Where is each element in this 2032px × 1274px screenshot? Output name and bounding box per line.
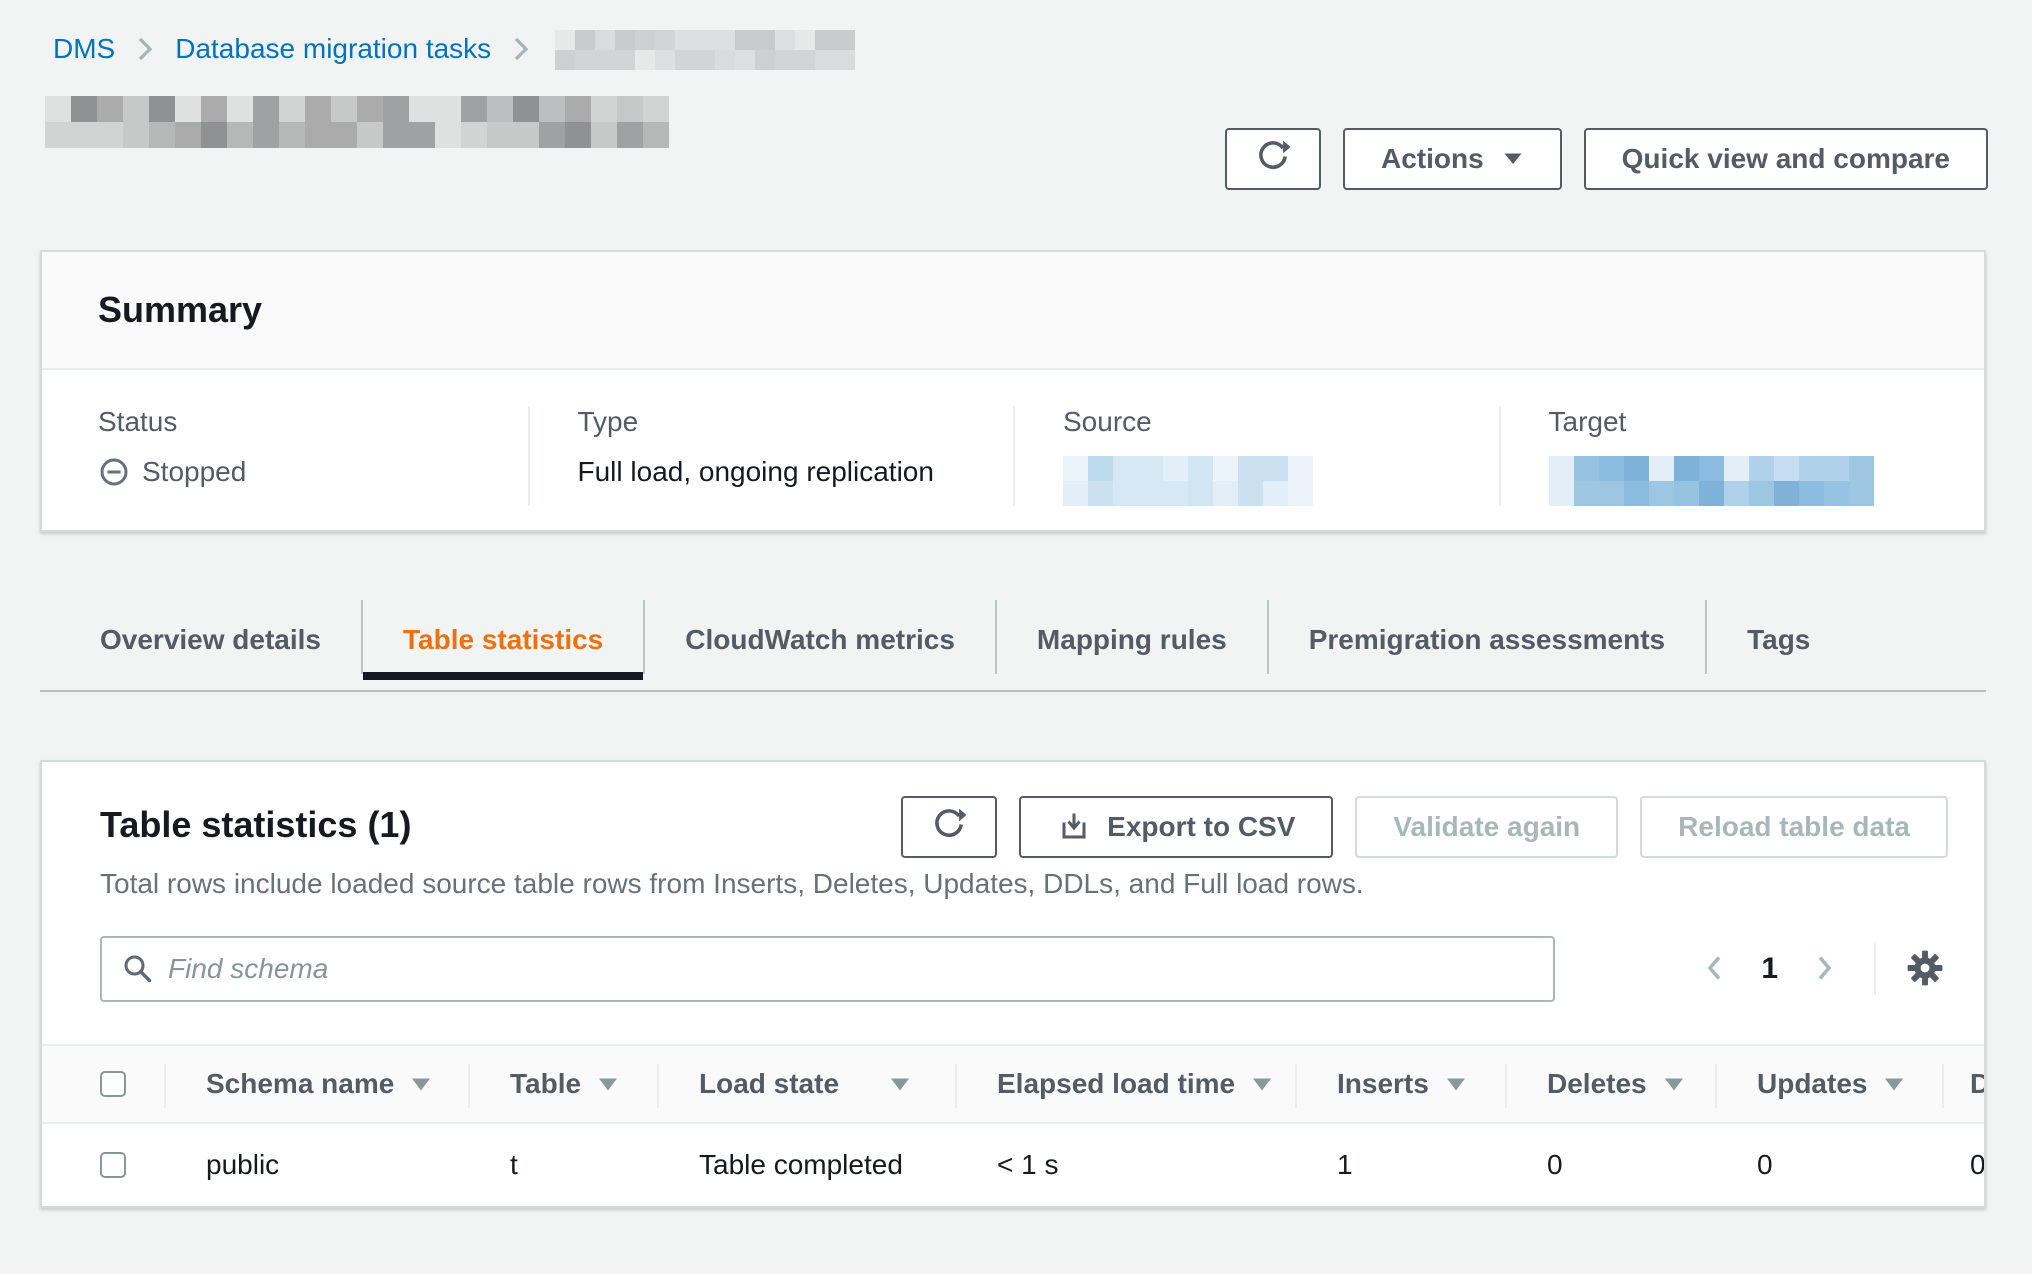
chevron-right-icon	[1816, 954, 1834, 985]
row-checkbox[interactable]	[100, 1152, 126, 1178]
select-all-checkbox[interactable]	[100, 1071, 126, 1097]
column-header-deletes[interactable]: Deletes	[1505, 1046, 1715, 1122]
tab-tags[interactable]: Tags	[1707, 600, 1850, 680]
source-value-redacted	[1063, 456, 1313, 506]
tab-bar-rule	[40, 690, 1986, 692]
summary-field-status: Status Stopped	[42, 406, 528, 506]
type-label: Type	[578, 406, 1014, 438]
next-page-button	[1806, 954, 1844, 985]
page-title-redacted	[45, 96, 669, 148]
current-page-number: 1	[1761, 952, 1778, 986]
previous-page-button	[1695, 954, 1733, 985]
stopped-icon	[98, 456, 130, 488]
column-header-inserts[interactable]: Inserts	[1295, 1046, 1505, 1122]
validate-again-button: Validate again	[1355, 796, 1618, 858]
cell-load-state: Table completed	[657, 1124, 955, 1206]
schema-search	[100, 936, 1555, 1002]
status-text: Stopped	[142, 456, 246, 488]
column-header-updates[interactable]: Updates	[1715, 1046, 1942, 1122]
tab-table-statistics[interactable]: Table statistics	[363, 600, 643, 680]
tab-overview-details[interactable]: Overview details	[60, 600, 361, 680]
actions-button[interactable]: Actions	[1343, 128, 1562, 190]
export-to-csv-button[interactable]: Export to CSV	[1019, 796, 1333, 858]
gear-icon	[1906, 949, 1944, 990]
quick-view-compare-label: Quick view and compare	[1622, 143, 1950, 175]
sort-icon	[1251, 1076, 1273, 1093]
chevron-right-icon	[137, 36, 153, 62]
tab-bar: Overview details Table statistics CloudW…	[40, 600, 1986, 692]
column-header-table[interactable]: Table	[468, 1046, 657, 1122]
cell-updates: 0	[1715, 1124, 1942, 1206]
status-value: Stopped	[98, 456, 528, 488]
table-row[interactable]: public t Table completed < 1 s 1 0 0 0	[42, 1124, 1984, 1206]
refresh-button[interactable]	[1225, 128, 1321, 190]
preferences-button[interactable]	[1902, 949, 1948, 990]
sort-icon	[1445, 1076, 1467, 1093]
table-statistics-card: Table statistics(1)	[40, 760, 1986, 1208]
cell-schema-name: public	[164, 1124, 468, 1206]
table-statistics-title: Table statistics(1)	[100, 796, 411, 846]
summary-fields: Status Stopped Type Full load, ongoing r…	[42, 370, 1984, 546]
summary-card: Summary Status Stopped Type Full load, o…	[40, 250, 1986, 532]
actions-button-label: Actions	[1381, 143, 1484, 175]
table-statistics-description: Total rows include loaded source table r…	[42, 868, 1984, 900]
column-header-ddls[interactable]: DDLs	[1942, 1046, 1984, 1122]
summary-field-type: Type Full load, ongoing replication	[528, 406, 1014, 506]
type-value: Full load, ongoing replication	[578, 456, 1014, 488]
tab-premigration-assessments[interactable]: Premigration assessments	[1269, 600, 1705, 680]
sort-icon	[889, 1076, 911, 1093]
download-icon	[1057, 810, 1091, 844]
cell-elapsed-load-time: < 1 s	[955, 1124, 1295, 1206]
summary-field-source: Source	[1013, 406, 1499, 506]
chevron-right-icon	[513, 36, 529, 62]
cell-ddls: 0	[1942, 1124, 1984, 1206]
column-header-load-state[interactable]: Load state	[657, 1046, 955, 1122]
table-count-badge: (1)	[367, 804, 411, 845]
breadcrumb-link-dms[interactable]: DMS	[53, 33, 115, 65]
source-label: Source	[1063, 406, 1499, 438]
breadcrumb-link-tasks[interactable]: Database migration tasks	[175, 33, 491, 65]
cell-inserts: 1	[1295, 1124, 1505, 1206]
export-to-csv-label: Export to CSV	[1107, 811, 1295, 843]
dms-task-page: DMS Database migration tasks Actions	[0, 0, 2032, 1274]
pagination: 1	[1695, 943, 1948, 995]
cell-deletes: 0	[1505, 1124, 1715, 1206]
cell-table: t	[468, 1124, 657, 1206]
breadcrumb-task-name-redacted	[555, 30, 855, 70]
table-refresh-button[interactable]	[901, 796, 997, 858]
sort-icon	[1663, 1076, 1685, 1093]
chevron-down-icon	[1502, 151, 1524, 167]
find-schema-input[interactable]	[100, 936, 1555, 1002]
target-value-redacted	[1549, 456, 1874, 506]
tab-cloudwatch-metrics[interactable]: CloudWatch metrics	[645, 600, 995, 680]
search-icon	[122, 953, 154, 990]
summary-card-header: Summary	[42, 252, 1984, 370]
status-label: Status	[98, 406, 528, 438]
quick-view-compare-button[interactable]: Quick view and compare	[1584, 128, 1988, 190]
column-header-elapsed-load-time[interactable]: Elapsed load time	[955, 1046, 1295, 1122]
table-toolbar-buttons: Export to CSV Validate again Reload tabl…	[901, 796, 1948, 858]
page-actions: Actions Quick view and compare	[1225, 128, 1988, 190]
column-header-schema-name[interactable]: Schema name	[164, 1046, 468, 1122]
refresh-icon	[931, 806, 967, 849]
breadcrumb: DMS Database migration tasks	[53, 28, 855, 70]
chevron-left-icon	[1705, 954, 1723, 985]
tab-mapping-rules[interactable]: Mapping rules	[997, 600, 1267, 680]
reload-table-data-button: Reload table data	[1640, 796, 1948, 858]
pagination-divider	[1874, 943, 1876, 995]
sort-icon	[1883, 1076, 1905, 1093]
refresh-icon	[1255, 138, 1291, 181]
target-label: Target	[1549, 406, 1985, 438]
summary-title: Summary	[98, 289, 262, 331]
table-header-row: Schema name Table Load state Elapsed loa…	[42, 1044, 1984, 1124]
table-statistics-table: Schema name Table Load state Elapsed loa…	[42, 1044, 1984, 1206]
sort-icon	[597, 1076, 619, 1093]
summary-field-target: Target	[1499, 406, 1985, 506]
sort-icon	[410, 1076, 432, 1093]
